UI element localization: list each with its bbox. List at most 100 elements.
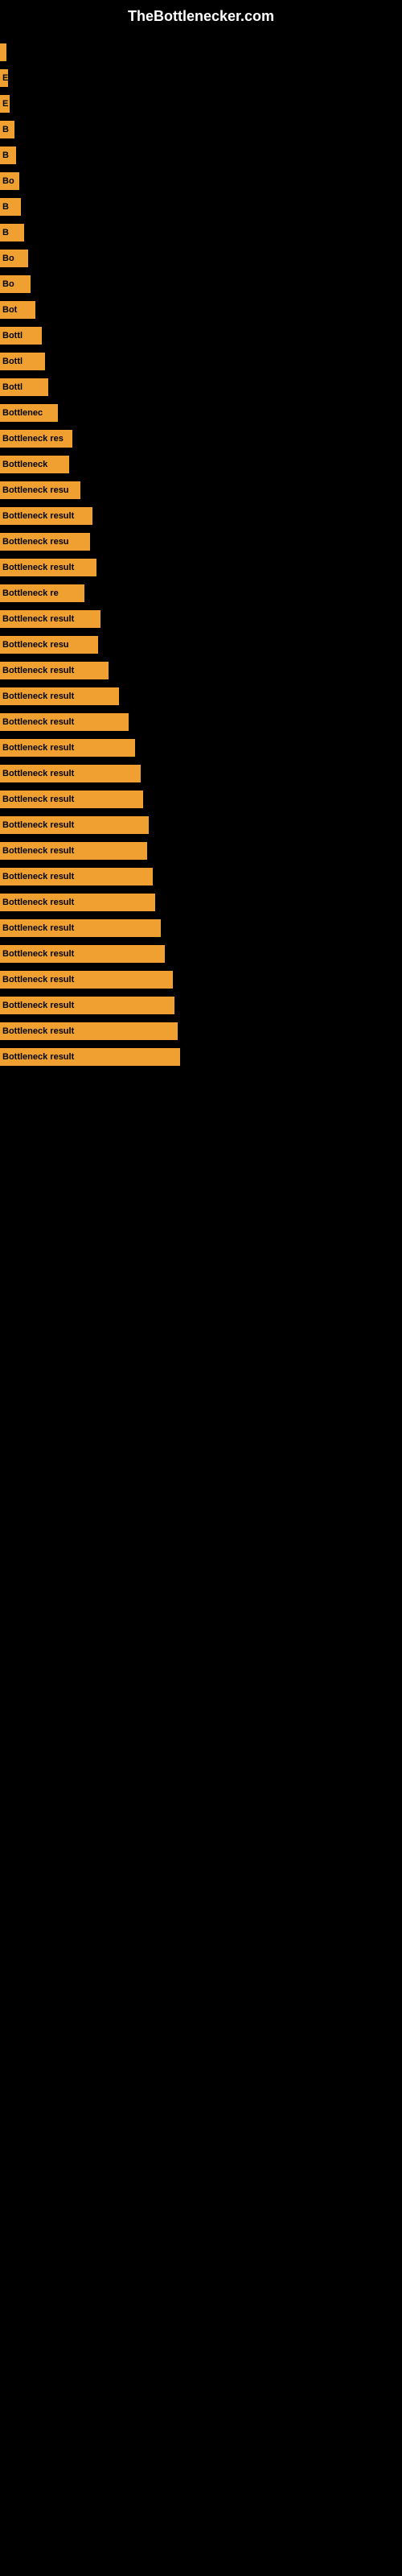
bar-40: Bottleneck result (0, 1048, 180, 1066)
bar-row: Bottl (0, 377, 402, 398)
bar-row: Bottleneck result (0, 737, 402, 758)
bar-label-28: Bottleneck result (2, 743, 74, 753)
bar-39: Bottleneck result (0, 1022, 178, 1040)
bar-label-37: Bottleneck result (2, 975, 74, 985)
site-title: TheBottlenecker.com (0, 0, 402, 29)
bar-label-40: Bottleneck result (2, 1052, 74, 1062)
bar-35: Bottleneck result (0, 919, 161, 937)
bar-23: Bottleneck result (0, 610, 100, 628)
bar-row: Bottleneck result (0, 1021, 402, 1042)
bar-label-8: B (2, 228, 9, 237)
bar-row: Bottleneck result (0, 918, 402, 939)
bar-row: Bottleneck res (0, 428, 402, 449)
bar-label-20: Bottleneck resu (2, 537, 69, 547)
bar-label-19: Bottleneck result (2, 511, 74, 521)
bar-26: Bottleneck result (0, 687, 119, 705)
bar-5: B (0, 147, 16, 164)
bar-label-13: Bottl (2, 357, 23, 366)
bar-label-39: Bottleneck result (2, 1026, 74, 1036)
bar-label-6: Bo (2, 176, 14, 186)
bar-32: Bottleneck result (0, 842, 147, 860)
bar-label-26: Bottleneck result (2, 691, 74, 701)
bar-10: Bo (0, 275, 31, 293)
bar-1 (0, 43, 6, 61)
bar-3: E (0, 95, 10, 113)
bar-label-15: Bottlenec (2, 408, 43, 418)
bar-row: Bottleneck result (0, 1046, 402, 1067)
bar-row: Bottleneck resu (0, 480, 402, 501)
bar-row: Bottleneck result (0, 866, 402, 887)
bar-row: Bot (0, 299, 402, 320)
bar-36: Bottleneck result (0, 945, 165, 963)
bar-row: Bottleneck (0, 454, 402, 475)
bar-label-35: Bottleneck result (2, 923, 74, 933)
bars-container: E E B B Bo B B Bo Bo Bot Bottl Bottl Bottl Bottlenec B… (0, 29, 402, 1080)
bar-row: Bottl (0, 351, 402, 372)
bar-28: Bottleneck result (0, 739, 135, 757)
bar-row: Bottl (0, 325, 402, 346)
bar-17: Bottleneck (0, 456, 69, 473)
bar-label-3: E (2, 99, 8, 109)
bar-19: Bottleneck result (0, 507, 92, 525)
bar-row: B (0, 222, 402, 243)
bar-row: B (0, 145, 402, 166)
bar-9: Bo (0, 250, 28, 267)
bar-row: Bottleneck result (0, 815, 402, 836)
bar-row: Bottleneck result (0, 712, 402, 733)
bar-row: Bo (0, 248, 402, 269)
bar-row: Bo (0, 171, 402, 192)
bar-label-14: Bottl (2, 382, 23, 392)
bar-22: Bottleneck re (0, 584, 84, 602)
bar-label-36: Bottleneck result (2, 949, 74, 959)
bar-2: E (0, 69, 8, 87)
bar-row: Bottleneck result (0, 995, 402, 1016)
bar-label-38: Bottleneck result (2, 1001, 74, 1010)
bar-15: Bottlenec (0, 404, 58, 422)
bar-14: Bottl (0, 378, 48, 396)
bar-label-5: B (2, 151, 9, 160)
bar-38: Bottleneck result (0, 997, 174, 1014)
bar-29: Bottleneck result (0, 765, 141, 782)
bar-label-27: Bottleneck result (2, 717, 74, 727)
bar-label-9: Bo (2, 254, 14, 263)
bar-row: B (0, 196, 402, 217)
bar-row: Bottleneck resu (0, 634, 402, 655)
bar-row: Bottleneck re (0, 583, 402, 604)
bar-row: Bottleneck result (0, 557, 402, 578)
bar-30: Bottleneck result (0, 791, 143, 808)
bar-11: Bot (0, 301, 35, 319)
bar-row: Bottleneck result (0, 789, 402, 810)
bar-row: Bottleneck result (0, 609, 402, 630)
bar-33: Bottleneck result (0, 868, 153, 886)
bar-row: Bottleneck result (0, 840, 402, 861)
bar-label-24: Bottleneck resu (2, 640, 69, 650)
bar-6: Bo (0, 172, 19, 190)
bar-row: Bottleneck result (0, 506, 402, 526)
bar-label-30: Bottleneck result (2, 795, 74, 804)
bar-4: B (0, 121, 14, 138)
bar-20: Bottleneck resu (0, 533, 90, 551)
bar-row: Bottleneck result (0, 969, 402, 990)
bar-label-7: B (2, 202, 9, 212)
bar-31: Bottleneck result (0, 816, 149, 834)
bar-7: B (0, 198, 21, 216)
bar-label-12: Bottl (2, 331, 23, 341)
bar-row: B (0, 119, 402, 140)
bar-label-18: Bottleneck resu (2, 485, 69, 495)
bar-27: Bottleneck result (0, 713, 129, 731)
bar-21: Bottleneck result (0, 559, 96, 576)
bar-18: Bottleneck resu (0, 481, 80, 499)
bar-8: B (0, 224, 24, 242)
bar-25: Bottleneck result (0, 662, 109, 679)
bar-row: Bottleneck result (0, 763, 402, 784)
bar-label-32: Bottleneck result (2, 846, 74, 856)
bar-row: Bottleneck result (0, 660, 402, 681)
bar-label-29: Bottleneck result (2, 769, 74, 778)
bar-12: Bottl (0, 327, 42, 345)
bar-24: Bottleneck resu (0, 636, 98, 654)
bar-label-33: Bottleneck result (2, 872, 74, 881)
bar-label-31: Bottleneck result (2, 820, 74, 830)
bar-label-11: Bot (2, 305, 17, 315)
bar-row: E (0, 68, 402, 89)
bar-label-22: Bottleneck re (2, 588, 59, 598)
